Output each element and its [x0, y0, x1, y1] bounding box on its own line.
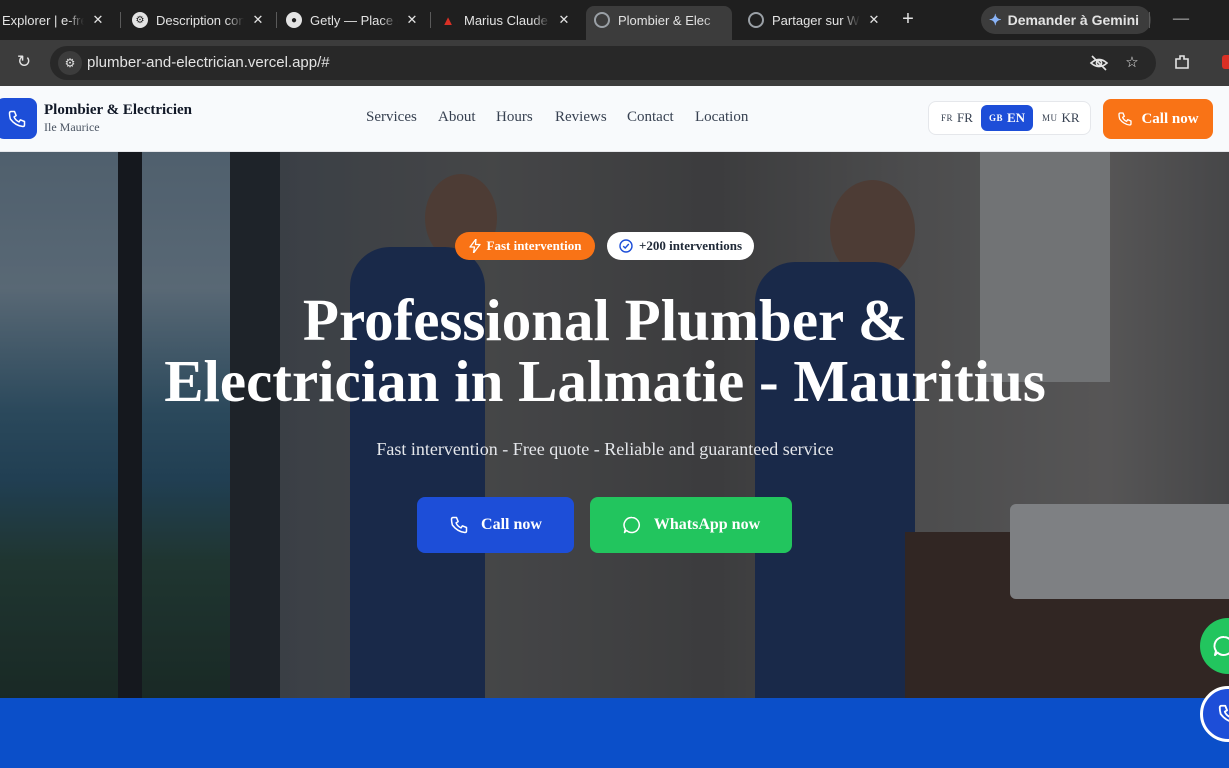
hero-call-button[interactable]: Call now	[417, 497, 574, 553]
tab-separator	[276, 12, 277, 28]
lang-fr[interactable]: FR FR	[933, 105, 981, 131]
hero-whatsapp-button[interactable]: WhatsApp now	[590, 497, 792, 553]
new-tab-icon[interactable]: +	[897, 8, 919, 30]
gemini-label: Demander à Gemini	[1007, 12, 1140, 28]
site-header: Plombier & Electricien Ile Maurice Servi…	[0, 86, 1229, 152]
minimize-icon[interactable]: —	[1172, 10, 1190, 28]
close-tab-icon[interactable]: ✕	[866, 12, 882, 28]
header-call-label: Call now	[1141, 110, 1199, 127]
nav-about[interactable]: About	[438, 109, 476, 126]
tab-separator	[430, 12, 431, 28]
badge-count-label: +200 interventions	[638, 238, 743, 253]
profile-avatar[interactable]	[1222, 55, 1229, 69]
nav-location[interactable]: Location	[695, 109, 748, 126]
lang-country-code: MU	[1042, 113, 1058, 123]
lang-country-code: GB	[989, 113, 1004, 123]
extensions-icon[interactable]	[1172, 53, 1192, 73]
gemini-star-icon: ✦	[989, 12, 1002, 29]
hero-title: Professional Plumber & Electrician in La…	[0, 290, 1210, 412]
hero-section: Fast intervention +200 interventions Pro…	[0, 152, 1229, 698]
tab-title: Explorer | e-free	[2, 12, 84, 28]
phone-icon	[1218, 704, 1229, 722]
fast-intervention-badge: Fast intervention	[455, 232, 595, 260]
phone-icon	[1118, 112, 1133, 126]
getly-favicon-icon: ●	[286, 12, 302, 28]
globe-favicon-icon	[748, 12, 764, 28]
interventions-count-badge: +200 interventions	[607, 232, 754, 260]
reload-icon[interactable]: ↻	[14, 52, 34, 72]
lang-kr[interactable]: MU KR	[1034, 105, 1088, 131]
chatgpt-favicon-icon: ⚙	[132, 12, 148, 28]
logo-phone-icon[interactable]	[0, 98, 37, 139]
site-info-icon[interactable]: ⚙	[58, 51, 82, 75]
close-tab-icon[interactable]: ✕	[556, 12, 572, 28]
tab-partager[interactable]: Partager sur Wh ✕	[740, 6, 890, 34]
nav-services[interactable]: Services	[366, 109, 417, 126]
close-tab-icon[interactable]: ✕	[90, 12, 106, 28]
lang-label: KR	[1061, 110, 1080, 125]
close-tab-icon[interactable]: ✕	[250, 12, 266, 28]
browser-tab-bar: Explorer | e-free ✕ ⚙ Description con ✕ …	[0, 0, 1229, 40]
badge-fast-label: Fast intervention	[486, 238, 582, 253]
tab-plombier-active[interactable]: Plombier & Elec	[586, 6, 732, 40]
whatsapp-icon	[1213, 636, 1229, 656]
lightning-icon	[468, 239, 481, 253]
tab-description[interactable]: ⚙ Description con ✕	[124, 6, 274, 34]
eye-off-icon[interactable]	[1089, 53, 1109, 73]
tab-marius[interactable]: ▲ Marius Claude I ✕	[432, 6, 580, 34]
stats-band	[0, 698, 1229, 768]
close-tab-icon[interactable]: ✕	[404, 12, 420, 28]
tab-title: Getly — Place d	[310, 12, 398, 28]
tab-separator	[120, 12, 121, 28]
gemini-button[interactable]: ✦ Demander à Gemini	[981, 6, 1152, 34]
tab-getly[interactable]: ● Getly — Place d ✕	[278, 6, 428, 34]
triangle-favicon-icon: ▲	[441, 12, 455, 28]
window-separator	[1149, 12, 1150, 28]
brand-name[interactable]: Plombier & Electricien	[44, 102, 192, 119]
tab-title: Marius Claude I	[464, 12, 550, 28]
hero-title-line1: Professional Plumber &	[302, 287, 908, 353]
header-call-button[interactable]: Call now	[1103, 99, 1213, 139]
globe-favicon-icon	[594, 12, 610, 28]
tab-title: Plombier & Elec	[618, 12, 711, 28]
tab-title: Description con	[156, 12, 244, 28]
hero-title-line2: Electrician in Lalmatie - Mauritius	[164, 348, 1046, 414]
lang-country-code: FR	[941, 113, 954, 123]
hero-call-label: Call now	[481, 516, 542, 533]
bookmark-star-icon[interactable]: ☆	[1122, 53, 1142, 73]
address-bar[interactable]: ⚙ plumber-and-electrician.vercel.app/# ☆	[50, 46, 1156, 80]
nav-contact[interactable]: Contact	[627, 109, 674, 126]
nav-hours[interactable]: Hours	[496, 109, 533, 126]
nav-reviews[interactable]: Reviews	[555, 109, 607, 126]
hero-subtitle: Fast intervention - Free quote - Reliabl…	[376, 439, 834, 459]
check-circle-icon	[619, 239, 633, 253]
lang-en[interactable]: GB EN	[981, 105, 1034, 131]
lang-label: EN	[1007, 110, 1026, 125]
url-text[interactable]: plumber-and-electrician.vercel.app/#	[87, 54, 330, 71]
tab-explorer[interactable]: Explorer | e-free ✕	[0, 6, 114, 34]
lang-label: FR	[957, 110, 973, 125]
browser-toolbar: ↻ ⚙ plumber-and-electrician.vercel.app/#…	[0, 40, 1229, 86]
hero-whatsapp-label: WhatsApp now	[653, 516, 761, 533]
language-switcher: FR FR GB EN MU KR	[928, 101, 1091, 135]
whatsapp-icon	[623, 516, 640, 534]
brand-subtitle: Ile Maurice	[44, 120, 100, 134]
phone-icon	[450, 516, 468, 534]
tab-title: Partager sur Wh	[772, 12, 860, 28]
